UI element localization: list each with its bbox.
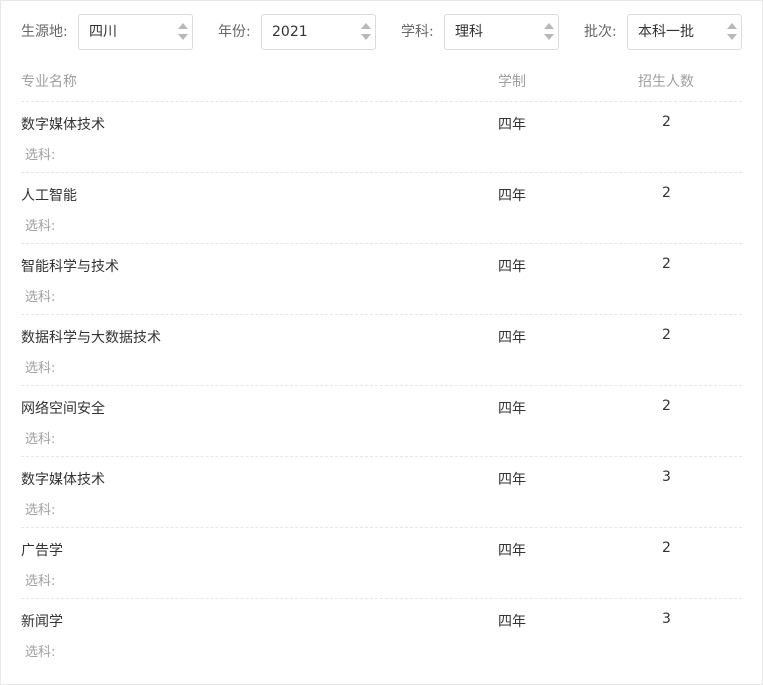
batch-label: 批次:: [584, 24, 617, 40]
enrollment-count: 3: [662, 611, 671, 627]
header-major-name: 专业名称: [21, 74, 77, 90]
table-row: 智能科学与技术 四年 2 选科:: [21, 244, 742, 315]
study-years: 四年: [498, 401, 526, 417]
arrow-up-icon: [544, 23, 554, 29]
major-name: 网络空间安全: [21, 401, 105, 417]
subject-requirement: 选科:: [25, 219, 56, 234]
table-row: 人工智能 四年 2 选科:: [21, 173, 742, 244]
year-label: 年份:: [218, 24, 251, 40]
enrollment-count: 2: [662, 114, 671, 130]
table-row: 新闻学 四年 3 选科:: [21, 599, 742, 669]
table-body: 数字媒体技术 四年 2 选科: 人工智能 四年 2 选科: 智能科学与技术 四年…: [21, 102, 742, 669]
subject-requirement: 选科:: [25, 361, 56, 376]
filter-bar: 生源地: 四川 年份: 2021 学科: 理科 批次: 本科一批: [21, 14, 742, 50]
study-years: 四年: [498, 330, 526, 346]
origin-select-value: 四川: [89, 24, 117, 40]
major-name: 数据科学与大数据技术: [21, 330, 161, 346]
spinner-icon: [727, 22, 737, 42]
arrow-down-icon: [727, 34, 737, 40]
year-select-value: 2021: [272, 24, 308, 40]
subject-label: 学科:: [401, 24, 434, 40]
subject-requirement: 选科:: [25, 503, 56, 518]
subject-requirement: 选科:: [25, 432, 56, 447]
major-name: 新闻学: [21, 614, 63, 630]
table-row: 广告学 四年 2 选科:: [21, 528, 742, 599]
enrollment-count: 2: [662, 398, 671, 414]
enrollment-count: 3: [662, 469, 671, 485]
table-row: 数字媒体技术 四年 3 选科:: [21, 457, 742, 528]
table-row: 数据科学与大数据技术 四年 2 选科:: [21, 315, 742, 386]
subject-select[interactable]: 理科: [444, 14, 559, 50]
study-years: 四年: [498, 614, 526, 630]
major-name: 人工智能: [21, 188, 77, 204]
origin-select[interactable]: 四川: [78, 14, 193, 50]
subject-requirement: 选科:: [25, 148, 56, 163]
enrollment-count: 2: [662, 540, 671, 556]
study-years: 四年: [498, 543, 526, 559]
enrollment-count: 2: [662, 185, 671, 201]
table-header: 专业名称 学制 招生人数: [21, 61, 742, 102]
arrow-down-icon: [361, 34, 371, 40]
enrollment-count: 2: [662, 327, 671, 343]
spinner-icon: [178, 22, 188, 42]
major-name: 广告学: [21, 543, 63, 559]
arrow-up-icon: [361, 23, 371, 29]
study-years: 四年: [498, 188, 526, 204]
study-years: 四年: [498, 117, 526, 133]
batch-select-value: 本科一批: [638, 24, 694, 40]
subject-requirement: 选科:: [25, 290, 56, 305]
year-select[interactable]: 2021: [261, 14, 376, 50]
origin-label: 生源地:: [21, 24, 68, 40]
major-name: 智能科学与技术: [21, 259, 119, 275]
study-years: 四年: [498, 472, 526, 488]
arrow-up-icon: [727, 23, 737, 29]
subject-requirement: 选科:: [25, 574, 56, 589]
study-years: 四年: [498, 259, 526, 275]
table-row: 数字媒体技术 四年 2 选科:: [21, 102, 742, 173]
enrollment-count: 2: [662, 256, 671, 272]
spinner-icon: [361, 22, 371, 42]
admission-plan-panel: 生源地: 四川 年份: 2021 学科: 理科 批次: 本科一批 专业名称 学制…: [0, 0, 763, 685]
header-enrollment-count: 招生人数: [638, 74, 694, 90]
spinner-icon: [544, 22, 554, 42]
header-years: 学制: [498, 74, 526, 90]
table-row: 网络空间安全 四年 2 选科:: [21, 386, 742, 457]
subject-select-value: 理科: [455, 24, 483, 40]
subject-requirement: 选科:: [25, 645, 56, 660]
major-name: 数字媒体技术: [21, 117, 105, 133]
batch-select[interactable]: 本科一批: [627, 14, 742, 50]
arrow-down-icon: [544, 34, 554, 40]
arrow-down-icon: [178, 34, 188, 40]
major-name: 数字媒体技术: [21, 472, 105, 488]
arrow-up-icon: [178, 23, 188, 29]
